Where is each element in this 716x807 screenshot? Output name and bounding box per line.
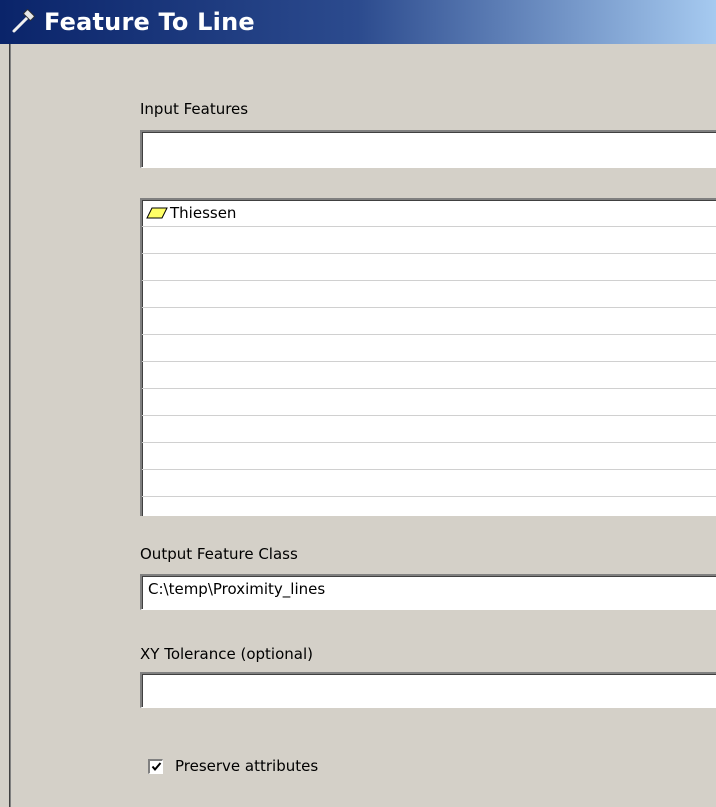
window-left-edge [0, 44, 11, 807]
list-item[interactable]: Thiessen [142, 200, 716, 227]
hammer-icon [8, 7, 38, 37]
input-features-list[interactable]: Thiessen [140, 198, 716, 516]
list-item [142, 227, 716, 254]
output-feature-class-field[interactable]: C:\temp\Proximity_lines [140, 574, 716, 610]
list-item [142, 389, 716, 416]
list-item [142, 335, 716, 362]
list-item-label: Thiessen [170, 204, 237, 222]
xy-tolerance-field[interactable] [140, 672, 716, 708]
input-features-label: Input Features [140, 100, 249, 118]
list-item [142, 443, 716, 470]
preserve-attributes-label: Preserve attributes [175, 757, 319, 775]
output-feature-class-label: Output Feature Class [140, 545, 298, 563]
polygon-layer-icon [146, 206, 170, 220]
feature-to-line-dialog: Feature To Line Input Features Thiessen … [0, 0, 716, 807]
input-features-field[interactable] [140, 130, 716, 168]
list-item [142, 308, 716, 335]
xy-tolerance-label: XY Tolerance (optional) [140, 645, 313, 663]
window-title: Feature To Line [44, 8, 255, 36]
list-item [142, 470, 716, 497]
preserve-attributes-checkbox[interactable] [148, 758, 163, 774]
list-item [142, 281, 716, 308]
list-item [142, 362, 716, 389]
title-bar[interactable]: Feature To Line [0, 0, 716, 44]
list-item [142, 254, 716, 281]
checkmark-icon [151, 762, 161, 772]
preserve-attributes-option[interactable]: Preserve attributes [148, 757, 318, 775]
list-item [142, 416, 716, 443]
